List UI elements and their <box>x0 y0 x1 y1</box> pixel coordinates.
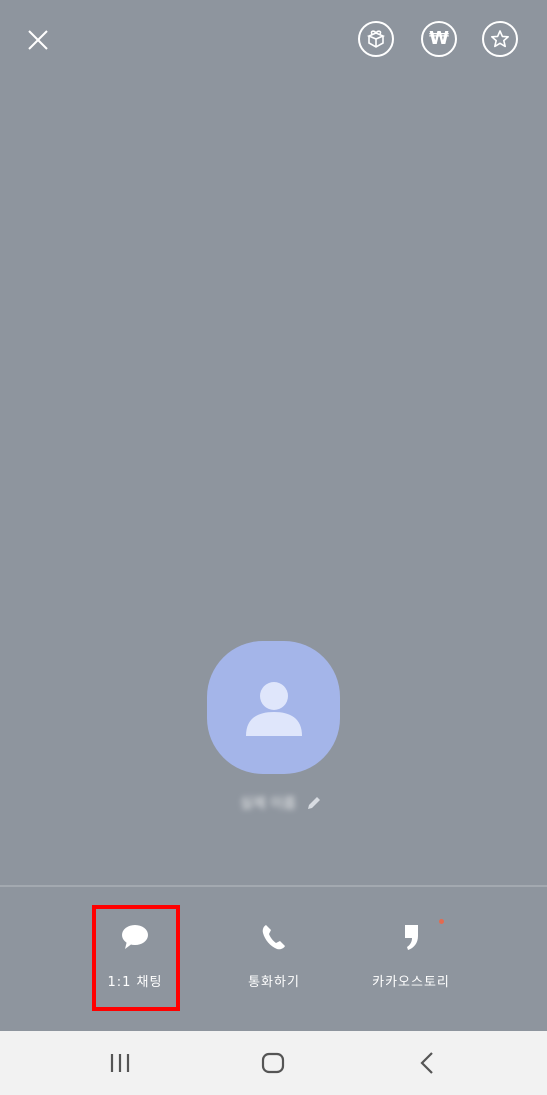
phone-icon <box>262 925 285 950</box>
top-bar: ₩ <box>0 0 547 80</box>
call-label: 통화하기 <box>248 975 300 990</box>
person-icon <box>245 681 302 736</box>
back-button[interactable] <box>397 1043 457 1083</box>
close-icon <box>28 30 48 50</box>
kakaostory-label: 카카오스토리 <box>372 975 450 990</box>
back-icon <box>420 1052 433 1074</box>
call-action[interactable]: 통화하기 <box>204 887 344 1031</box>
profile-avatar[interactable] <box>207 641 340 774</box>
system-nav-bar <box>0 1031 547 1095</box>
highlight-box <box>92 905 180 1011</box>
gift-icon <box>366 30 386 48</box>
favorite-button[interactable] <box>482 21 518 57</box>
kakaostory-icon <box>405 925 418 950</box>
pencil-icon[interactable] <box>306 795 322 811</box>
kakaostory-action[interactable]: 카카오스토리 <box>341 887 481 1031</box>
won-icon: ₩ <box>429 28 449 49</box>
profile-name: 실제 이름 <box>240 796 296 812</box>
home-icon <box>261 1052 285 1074</box>
recent-apps-button[interactable] <box>90 1043 150 1083</box>
close-button[interactable] <box>18 20 58 60</box>
home-button[interactable] <box>243 1043 303 1083</box>
recent-apps-icon <box>110 1054 130 1072</box>
payment-button[interactable]: ₩ <box>421 21 457 57</box>
gift-button[interactable] <box>358 21 394 57</box>
star-icon <box>490 30 510 48</box>
notification-dot <box>439 919 444 924</box>
action-bar: 1:1 채팅 통화하기 카카오스토리 <box>0 887 547 1031</box>
profile-name-row: 실제 이름 <box>240 792 322 814</box>
